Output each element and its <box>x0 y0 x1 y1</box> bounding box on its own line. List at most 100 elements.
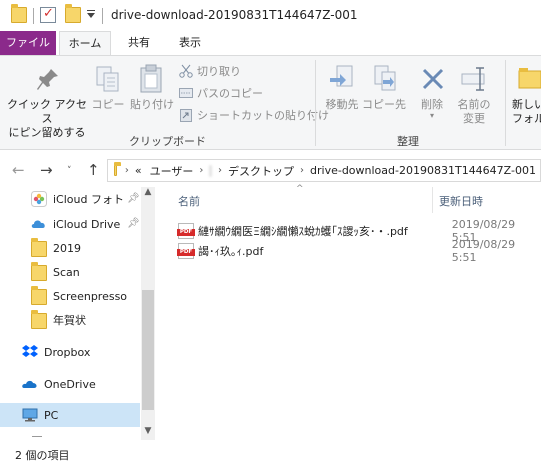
breadcrumb-current-folder[interactable]: drive-download-20190831T144647Z-001 <box>310 164 536 177</box>
paste-shortcut-button[interactable]: ショートカットの貼り付け <box>179 107 329 123</box>
forward-arrow-icon[interactable]: → <box>40 161 53 179</box>
divider <box>505 60 506 146</box>
copy-path-button[interactable]: パスのコピー <box>179 85 263 101</box>
item-count: 2 個の項目 <box>15 449 70 462</box>
pdf-icon <box>177 223 195 239</box>
cut-label: 切り取り <box>197 65 241 78</box>
properties-icon[interactable] <box>40 6 56 23</box>
delete-icon <box>420 66 446 92</box>
nav-item-label: OneDrive <box>44 377 96 391</box>
pc-icon <box>22 407 38 423</box>
rename-label-line1: 名前の <box>457 98 491 111</box>
rename-icon <box>461 66 489 92</box>
ribbon: クイック アクセス にピン留めする コピー 貼り付け 切り取り パスのコピー シ… <box>0 55 541 150</box>
address-bar[interactable]: › « ユーザー › › デスクトップ › drive-download-201… <box>107 159 541 182</box>
tab-home[interactable]: ホーム <box>59 31 111 56</box>
customize-quick-access-icon[interactable] <box>87 10 96 19</box>
cut-button[interactable]: 切り取り <box>179 63 241 79</box>
nav-item-folder-screenpresso[interactable]: Screenpresso <box>0 284 140 308</box>
chevron-down-icon: ▾ <box>429 111 434 120</box>
paste-icon <box>139 64 165 94</box>
tab-file[interactable]: ファイル <box>0 31 56 55</box>
chevron-right-icon: › <box>300 165 305 176</box>
copy-path-label: パスのコピー <box>197 87 263 100</box>
column-header-name[interactable]: 名前 <box>178 193 200 209</box>
nav-item-folder-scan[interactable]: Scan <box>0 260 140 284</box>
scroll-down-icon[interactable]: ▼ <box>141 426 155 440</box>
divider[interactable] <box>432 187 433 213</box>
rename-label-line2: 変更 <box>463 112 485 125</box>
title-bar: drive-download-20190831T144647Z-001 <box>0 0 541 31</box>
breadcrumb-desktop[interactable]: デスクトップ <box>228 163 294 179</box>
new-folder-quick-icon[interactable] <box>65 4 81 23</box>
sort-ascending-icon: ^ <box>296 184 304 194</box>
pin-to-quick-access-button[interactable]: クイック アクセス にピン留めする <box>4 98 90 140</box>
icloud-photos-icon <box>31 191 47 207</box>
scroll-up-icon[interactable]: ▲ <box>141 187 155 201</box>
rename-button[interactable]: 名前の 変更 <box>452 98 496 126</box>
new-folder-label-line1: 新しい <box>512 98 541 111</box>
column-header-date[interactable]: 更新日時 <box>439 193 483 209</box>
copy-button[interactable]: コピー <box>90 98 126 112</box>
new-folder-label-line2: フォルダー <box>512 112 541 125</box>
nav-item-label: PC <box>44 408 59 422</box>
file-list: ^ 名前 更新日時 縺ｻ繝ｳ繝医Ξ繝ｼ繝懶ｽ蛻ｶ蠖｢ｽ謖ｯ亥･・.pdf 201… <box>156 184 541 440</box>
copy-path-icon <box>179 86 193 100</box>
delete-label: 削除 <box>421 98 443 111</box>
breadcrumb-username-redacted[interactable] <box>209 164 213 177</box>
navigation-pane: iCloud フォト 📌︎ iCloud Drive 📌︎ 2019 Scan … <box>0 187 155 440</box>
new-folder-icon <box>518 67 541 89</box>
pin-icon: 📌︎ <box>127 218 140 229</box>
move-to-button[interactable]: 移動先 <box>320 98 364 112</box>
nav-item-label: 年賀状 <box>53 314 86 327</box>
nav-item-label: Screenpresso <box>53 289 128 303</box>
folder-icon <box>31 310 47 329</box>
icloud-drive-icon <box>31 216 47 232</box>
file-name: 謁･ｨ玖｡ｨ.pdf <box>198 245 264 258</box>
chevron-right-icon: › <box>218 165 223 176</box>
clipboard-group-label: クリップボード <box>129 135 206 148</box>
divider <box>102 8 103 24</box>
back-arrow-icon[interactable]: ← <box>12 161 25 179</box>
nav-item-icloud-photos[interactable]: iCloud フォト 📌︎ <box>0 187 140 211</box>
pin-icon: 📌︎ <box>127 193 140 204</box>
pin-icon <box>37 68 59 92</box>
nav-pane-scrollbar[interactable]: ▲ ▼ <box>141 187 155 440</box>
pdf-icon <box>177 243 195 259</box>
paste-shortcut-icon <box>179 108 193 122</box>
up-arrow-icon[interactable]: ↑ <box>87 161 100 179</box>
nav-item-pc[interactable]: PC <box>0 403 140 427</box>
nav-item-onedrive[interactable]: OneDrive <box>0 372 140 396</box>
tab-share[interactable]: 共有 <box>116 31 162 55</box>
recent-locations-chevron-icon[interactable]: ˅ <box>67 166 72 176</box>
nav-item-label: iCloud フォト <box>53 193 124 206</box>
nav-item-icloud-drive[interactable]: iCloud Drive 📌︎ <box>0 212 140 236</box>
folder-icon <box>11 4 27 23</box>
window-title: drive-download-20190831T144647Z-001 <box>111 8 358 22</box>
breadcrumb-overflow[interactable]: « <box>135 164 142 177</box>
paste-button[interactable]: 貼り付け <box>128 98 176 112</box>
scrollbar-thumb[interactable] <box>142 290 154 410</box>
status-bar: 2 個の項目 <box>0 440 541 466</box>
divider <box>33 8 34 24</box>
breadcrumb-users[interactable]: ユーザー <box>150 163 194 179</box>
onedrive-icon <box>22 376 38 392</box>
nav-item-label: iCloud Drive <box>53 217 121 231</box>
nav-item-label: 2019 <box>53 241 81 255</box>
divider <box>315 60 316 146</box>
folder-icon <box>31 286 47 305</box>
nav-item-label: Dropbox <box>44 345 91 359</box>
nav-item-dropbox[interactable]: Dropbox <box>0 340 140 364</box>
copy-to-button[interactable]: コピー先 <box>362 98 406 112</box>
tab-view[interactable]: 表示 <box>167 31 213 55</box>
file-date: 2019/08/29 5:51 <box>451 238 516 264</box>
move-to-icon <box>328 64 354 94</box>
nav-item-folder-2019[interactable]: 2019 <box>0 236 140 260</box>
folder-icon <box>31 262 47 281</box>
nav-item-folder-nengajo[interactable]: 年賀状 <box>0 308 140 332</box>
delete-button[interactable]: 削除 ▾ <box>414 98 450 120</box>
file-row[interactable]: 謁･ｨ玖｡ｨ.pdf 2019/08/29 5:51 <box>177 238 541 264</box>
new-folder-button[interactable]: 新しい フォルダー <box>512 98 541 126</box>
organize-group-label: 整理 <box>397 135 419 148</box>
copy-icon <box>95 65 121 93</box>
